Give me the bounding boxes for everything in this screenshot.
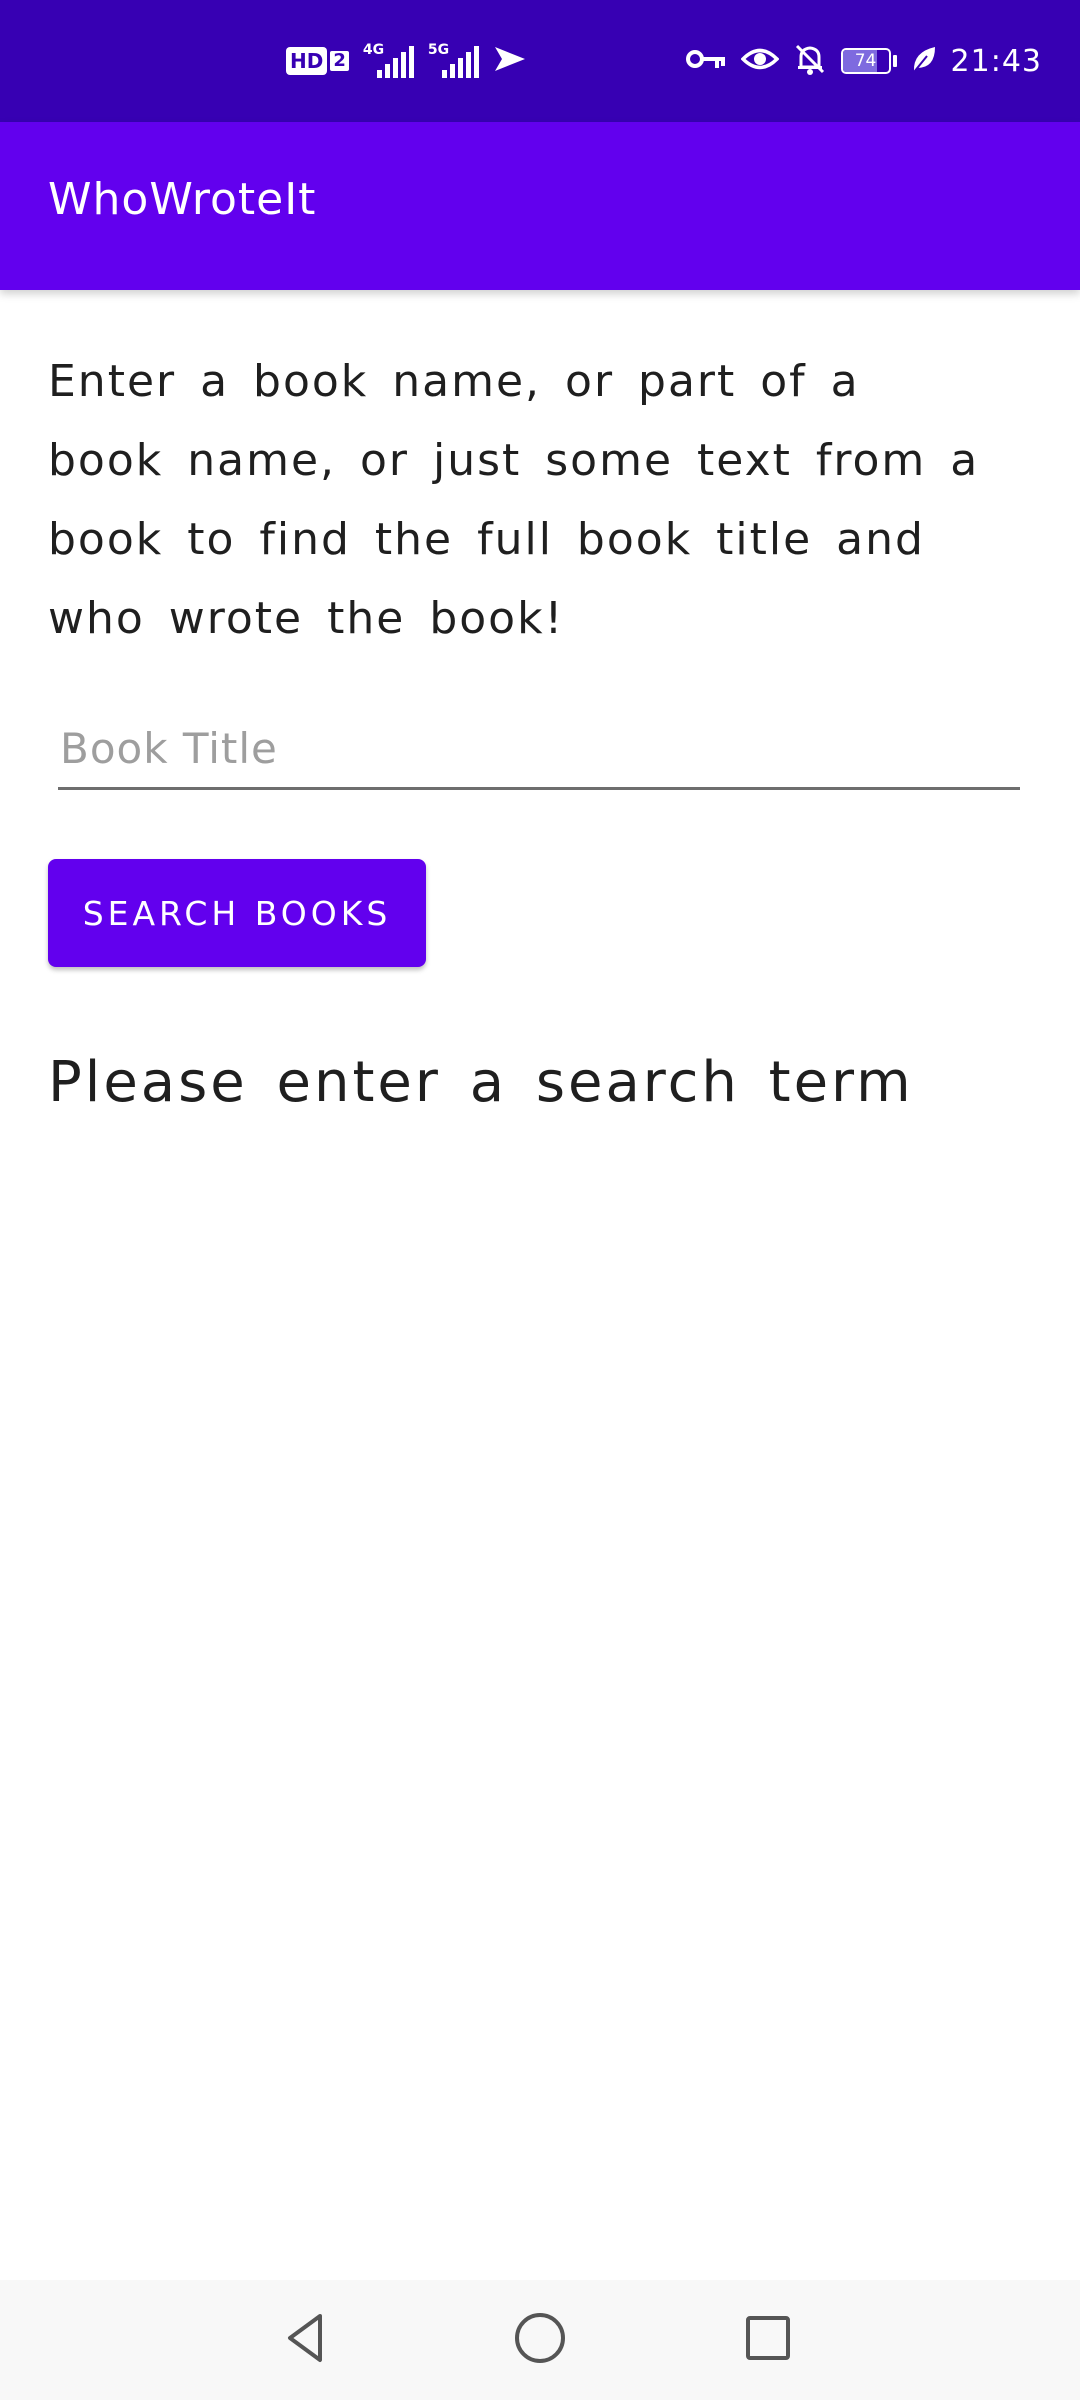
- home-button[interactable]: [480, 2280, 600, 2400]
- eye-comfort-icon: [740, 44, 780, 78]
- back-triangle-icon: [280, 2310, 336, 2370]
- hd-call-icon: HD 2: [286, 47, 349, 75]
- back-button[interactable]: [248, 2280, 368, 2400]
- network-type-2: 5G: [427, 42, 450, 58]
- book-title-input[interactable]: [58, 710, 1020, 790]
- status-right-icons: 74 21:43: [685, 0, 1042, 122]
- location-arrow-icon: [493, 44, 527, 78]
- notifications-off-icon: [793, 42, 827, 80]
- signal-5g-icon: 5G: [427, 42, 479, 78]
- navigation-bar: [0, 2280, 1080, 2400]
- signal-4g-icon: 4G: [362, 42, 414, 78]
- battery-percentage: 74: [854, 51, 877, 71]
- recents-square-icon: [740, 2310, 796, 2370]
- hd-label: HD: [286, 47, 328, 75]
- status-bar: HD 2 4G 5G 74 21:43: [0, 0, 1080, 122]
- search-books-button[interactable]: SEARCH BOOKS: [48, 859, 426, 967]
- sim-number: 2: [330, 51, 349, 71]
- home-circle-icon: [512, 2310, 568, 2370]
- app-bar: WhoWroteIt: [0, 122, 1080, 290]
- vpn-key-icon: [685, 46, 727, 76]
- recents-button[interactable]: [708, 2280, 828, 2400]
- network-type-1: 4G: [362, 42, 385, 58]
- battery-saver-leaf-icon: [911, 44, 937, 78]
- battery-icon: 74: [840, 48, 897, 74]
- result-message: Please enter a search term: [48, 1050, 914, 1115]
- status-left-icons: HD 2 4G 5G: [286, 0, 527, 122]
- instructions-text: Enter a book name, or part of a book nam…: [48, 356, 980, 644]
- clock: 21:43: [950, 43, 1042, 79]
- app-title: WhoWroteIt: [48, 174, 317, 225]
